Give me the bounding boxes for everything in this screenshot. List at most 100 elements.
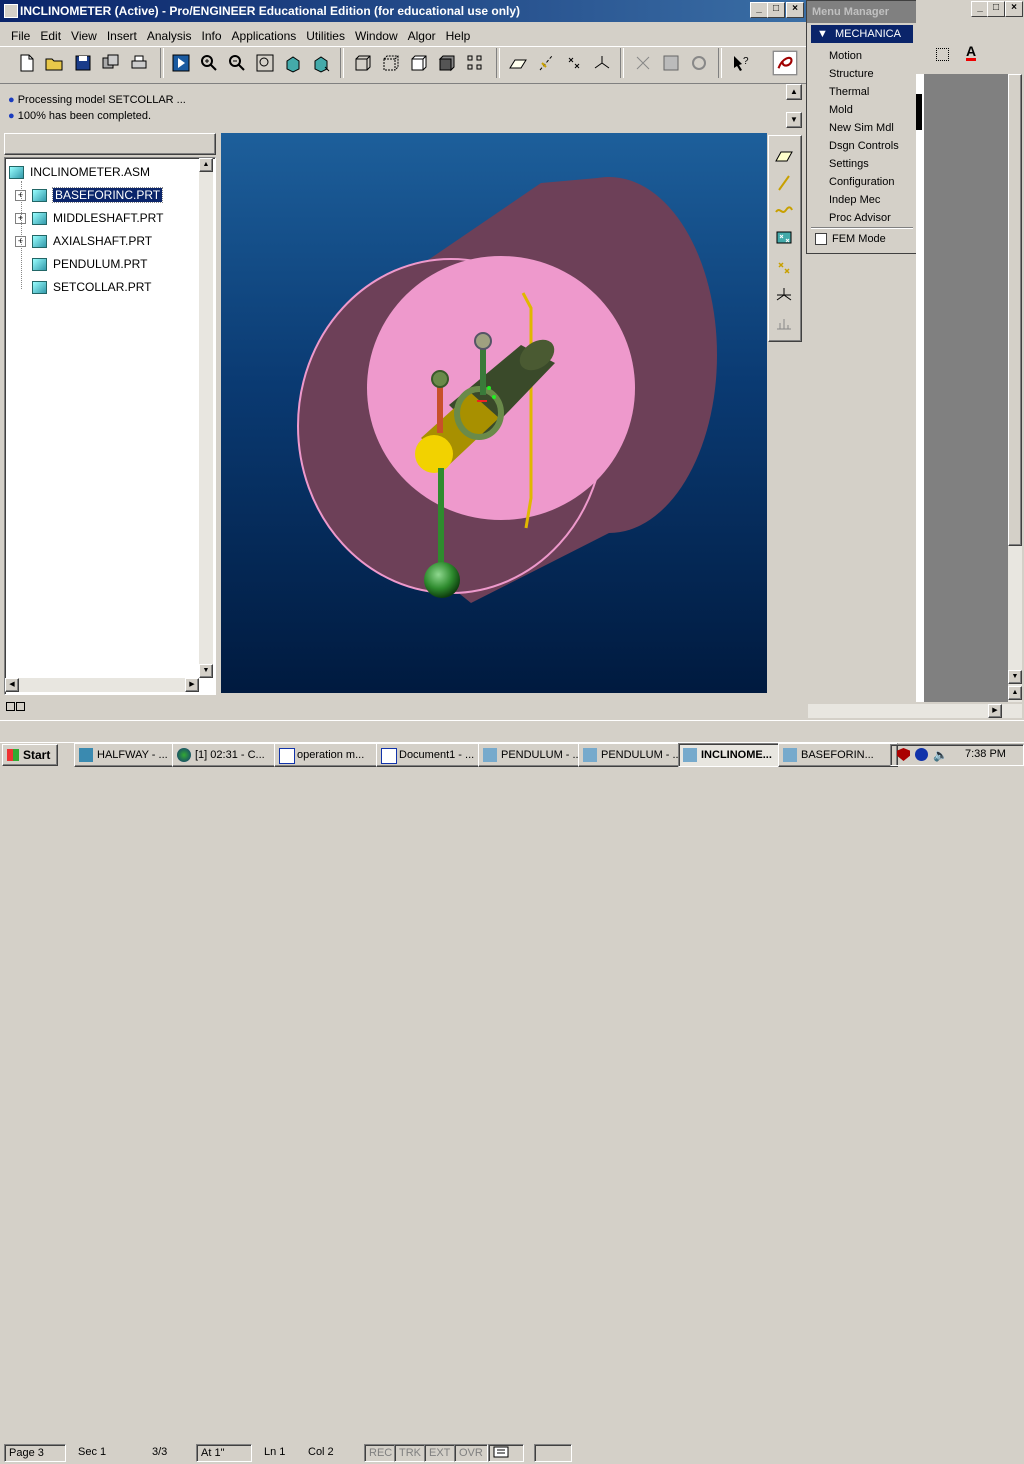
- menu-utilities[interactable]: Utilities: [301, 26, 350, 46]
- bg-vscrollbar[interactable]: ▼ ▲: [1008, 74, 1022, 702]
- shading-icon[interactable]: [434, 50, 460, 76]
- status-ovr[interactable]: OVR: [454, 1444, 488, 1462]
- datum-plane-display-icon[interactable]: [505, 50, 531, 76]
- menu-item-structure[interactable]: Structure: [829, 65, 874, 83]
- menu-help[interactable]: Help: [441, 26, 476, 46]
- coord-sys-tool-icon[interactable]: [771, 282, 797, 308]
- no-hidden-icon[interactable]: [406, 50, 432, 76]
- menu-analysis[interactable]: Analysis: [142, 26, 197, 46]
- tree-item[interactable]: SETCOLLAR.PRT: [15, 277, 151, 297]
- network-icon[interactable]: [915, 748, 928, 761]
- tree-hscrollbar[interactable]: ◀ ▶: [5, 678, 199, 692]
- wireframe-icon[interactable]: [350, 50, 376, 76]
- menu-item-settings[interactable]: Settings: [829, 155, 869, 173]
- menu-item-thermal[interactable]: Thermal: [829, 83, 869, 101]
- repaint-icon[interactable]: [686, 50, 712, 76]
- tree-item[interactable]: + BASEFORINC.PRT: [15, 185, 164, 205]
- close-button[interactable]: ×: [786, 2, 804, 18]
- scroll-left-button[interactable]: ◀: [5, 678, 19, 692]
- tree-vscrollbar[interactable]: ▲ ▼: [199, 158, 213, 678]
- inclinometer-model[interactable]: [221, 133, 767, 693]
- borders-icon[interactable]: [936, 48, 949, 61]
- regenerate-icon[interactable]: [168, 50, 194, 76]
- tree-footer-icons[interactable]: [6, 700, 36, 712]
- bg-close-button[interactable]: ×: [1005, 1, 1023, 17]
- scroll-right-button[interactable]: ▶: [185, 678, 199, 692]
- taskbar-item[interactable]: BASEFORIN...: [778, 743, 898, 767]
- hidden-line-icon[interactable]: [378, 50, 404, 76]
- minimize-button[interactable]: _: [750, 2, 768, 18]
- bg-hscrollbar[interactable]: ▶: [808, 704, 1022, 718]
- saved-views-icon[interactable]: [308, 50, 334, 76]
- zoom-in-icon[interactable]: [196, 50, 222, 76]
- datum-axis-display-icon[interactable]: [533, 50, 559, 76]
- fem-mode-checkbox[interactable]: [815, 233, 827, 245]
- menu-item-motion[interactable]: Motion: [829, 47, 862, 65]
- spelling-book-icon[interactable]: [488, 1444, 524, 1462]
- message-scroll-up[interactable]: ▲: [786, 84, 802, 100]
- scroll-up-button[interactable]: ▲: [199, 158, 213, 172]
- spin-center-icon[interactable]: [630, 50, 656, 76]
- menu-item-indep-mec[interactable]: Indep Mec: [829, 191, 880, 209]
- zoom-out-icon[interactable]: [224, 50, 250, 76]
- datum-axis-tool-icon[interactable]: [771, 170, 797, 196]
- menu-window[interactable]: Window: [350, 26, 403, 46]
- coord-sys-display-icon[interactable]: [589, 50, 615, 76]
- bg-restore-button[interactable]: □: [987, 1, 1005, 17]
- status-rec[interactable]: REC: [364, 1444, 396, 1462]
- orient-icon[interactable]: [280, 50, 306, 76]
- status-trk[interactable]: TRK: [394, 1444, 426, 1462]
- menu-insert[interactable]: Insert: [102, 26, 142, 46]
- tree-item-label: BASEFORINC.PRT: [51, 187, 164, 203]
- offset-point-tool-icon[interactable]: [771, 255, 797, 281]
- context-help-icon[interactable]: ?: [728, 50, 754, 76]
- menu-item-dsgn-controls[interactable]: Dsgn Controls: [829, 137, 899, 155]
- new-file-icon[interactable]: [14, 50, 40, 76]
- menu-algor[interactable]: Algor: [403, 26, 441, 46]
- menu-header-mechanica[interactable]: ▼ MECHANICA: [811, 25, 913, 43]
- datum-plane-tool-icon[interactable]: [771, 143, 797, 169]
- menu-view[interactable]: View: [66, 26, 102, 46]
- print-icon[interactable]: [126, 50, 152, 76]
- datum-point-tool-icon[interactable]: [771, 224, 797, 250]
- menu-item-proc-advisor[interactable]: Proc Advisor: [829, 209, 891, 227]
- menu-item-configuration[interactable]: Configuration: [829, 173, 894, 191]
- menu-file[interactable]: File: [6, 26, 35, 46]
- analysis-feature-tool-icon[interactable]: [771, 310, 797, 336]
- menu-item-new-sim-mdl[interactable]: New Sim Mdl: [829, 119, 894, 137]
- scroll-down-button[interactable]: ▼: [199, 664, 213, 678]
- antivirus-icon[interactable]: [897, 748, 910, 761]
- graphics-viewport[interactable]: [221, 133, 767, 693]
- model-tree-toggle-icon[interactable]: [462, 50, 488, 76]
- datum-point-display-icon[interactable]: [561, 50, 587, 76]
- menu-info[interactable]: Info: [197, 26, 227, 46]
- menu-edit[interactable]: Edit: [35, 26, 66, 46]
- menu-applications[interactable]: Applications: [227, 26, 302, 46]
- save-icon[interactable]: [70, 50, 96, 76]
- fem-mode-checkbox-row[interactable]: FEM Mode: [815, 231, 886, 247]
- window-titlebar[interactable]: INCLINOMETER (Active) - Pro/ENGINEER Edu…: [0, 0, 806, 22]
- save-copy-icon[interactable]: [98, 50, 124, 76]
- refit-icon[interactable]: [252, 50, 278, 76]
- tree-root[interactable]: INCLINOMETER.ASM: [9, 162, 150, 182]
- menu-manager-titlebar[interactable]: Menu Manager: [807, 1, 917, 23]
- orient-mode-icon[interactable]: [658, 50, 684, 76]
- font-color-icon[interactable]: A: [966, 44, 977, 61]
- datum-curve-tool-icon[interactable]: [771, 197, 797, 223]
- tree-item[interactable]: + AXIALSHAFT.PRT: [15, 231, 152, 251]
- start-button[interactable]: Start: [2, 744, 58, 766]
- volume-icon[interactable]: 🔈: [933, 748, 948, 762]
- message-scroll-down[interactable]: ▼: [786, 112, 802, 128]
- tree-item[interactable]: PENDULUM.PRT: [15, 254, 147, 274]
- layer-icon[interactable]: [6, 702, 15, 711]
- bg-scroll-down[interactable]: ▼: [1008, 670, 1022, 684]
- maximize-button[interactable]: □: [767, 2, 785, 18]
- bg-page-up[interactable]: ▲: [1008, 686, 1022, 700]
- bg-scroll-thumb[interactable]: [1008, 74, 1022, 546]
- menu-item-mold[interactable]: Mold: [829, 101, 853, 119]
- status-ext[interactable]: EXT: [424, 1444, 456, 1462]
- tree-item[interactable]: + MIDDLESHAFT.PRT: [15, 208, 163, 228]
- bg-scroll-right[interactable]: ▶: [988, 704, 1002, 718]
- layer-icon[interactable]: [16, 702, 25, 711]
- open-folder-icon[interactable]: [41, 50, 67, 76]
